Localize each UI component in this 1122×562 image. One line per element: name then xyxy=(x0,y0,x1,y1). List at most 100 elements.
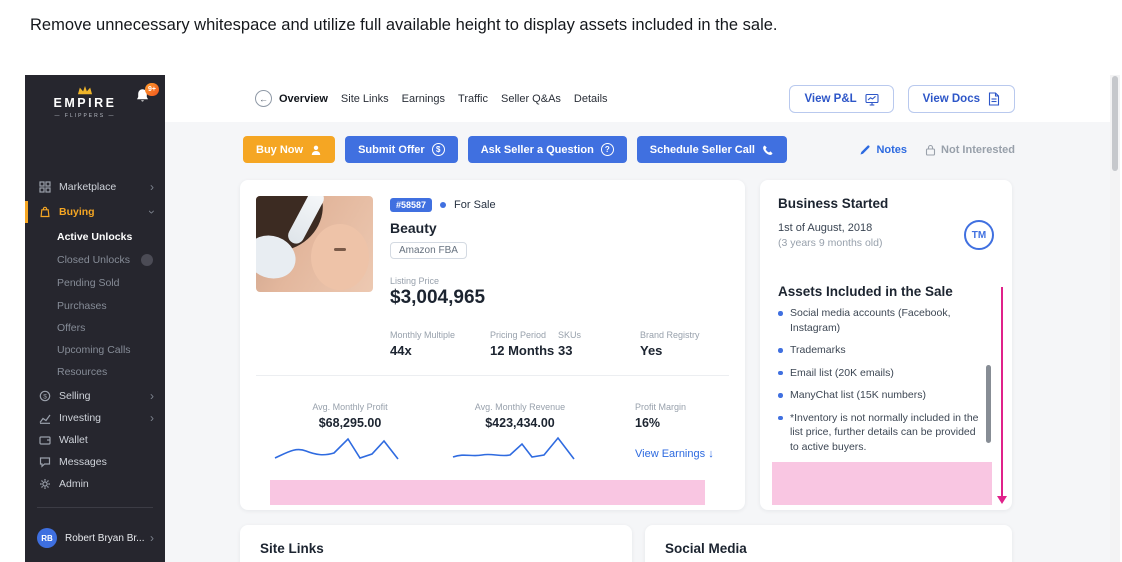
tab-seller-qas[interactable]: Seller Q&As xyxy=(501,93,561,105)
view-docs-button[interactable]: View Docs xyxy=(908,85,1015,113)
instruction-annotation: Remove unnecessary whitespace and utiliz… xyxy=(30,16,778,35)
not-interested-label: Not Interested xyxy=(941,144,1015,156)
dollar-circle-icon: $ xyxy=(39,390,51,402)
chart-icon xyxy=(39,412,51,424)
site-links-title: Site Links xyxy=(260,541,324,556)
person-unlock-icon xyxy=(310,144,322,156)
profit-sparkline xyxy=(272,432,412,464)
down-arrow-icon: ↓ xyxy=(708,448,714,460)
browser-scrollbar[interactable] xyxy=(1110,75,1120,562)
action-row: Buy Now Submit Offer $ Ask Seller a Ques… xyxy=(243,136,1015,163)
app-window: EMPIRE — FLIPPERS — 9+ Marketplace › Buy… xyxy=(25,75,1120,562)
listing-price-label: Listing Price xyxy=(390,276,439,286)
sidebar-divider xyxy=(37,507,153,508)
listing-photo xyxy=(256,196,373,292)
sidebar-item-offers[interactable]: Offers xyxy=(25,317,165,339)
tab-traffic[interactable]: Traffic xyxy=(458,93,488,105)
sidebar-label-purchases: Purchases xyxy=(57,300,107,312)
question-icon: ? xyxy=(601,143,614,156)
sidebar-label-offers: Offers xyxy=(57,322,85,334)
sidebar-item-buying[interactable]: Buying › xyxy=(25,201,165,223)
notifications-bell[interactable]: 9+ xyxy=(135,88,152,107)
assets-list: Social media accounts (Facebook, Instagr… xyxy=(778,306,980,454)
sidebar-item-investing[interactable]: Investing › xyxy=(25,407,165,429)
submit-offer-button[interactable]: Submit Offer $ xyxy=(345,136,458,163)
sidebar-user-menu[interactable]: RB Robert Bryan Br... › xyxy=(25,525,165,551)
view-pl-button[interactable]: View P&L xyxy=(789,85,893,113)
scrollbar-thumb[interactable] xyxy=(1112,76,1118,171)
sidebar-item-upcoming-calls[interactable]: Upcoming Calls xyxy=(25,339,165,361)
business-started-title: Business Started xyxy=(778,196,888,211)
site-links-card: Site Links xyxy=(240,525,632,562)
buy-now-label: Buy Now xyxy=(256,144,303,156)
trademark-badge: TM xyxy=(964,220,994,250)
logo-subtext: — FLIPPERS — xyxy=(39,113,131,119)
assets-scrollbar-thumb[interactable] xyxy=(986,365,991,443)
listing-status: For Sale xyxy=(454,199,496,211)
stat-skus: SKUs 33 xyxy=(558,330,581,358)
view-docs-label: View Docs xyxy=(923,93,980,105)
pink-highlight-left xyxy=(270,480,705,505)
listing-title: Beauty xyxy=(390,220,437,236)
chevron-right-icon: › xyxy=(150,390,154,402)
grid-icon xyxy=(39,181,51,193)
business-age: (3 years 9 months old) xyxy=(778,237,882,249)
sidebar-label-admin: Admin xyxy=(59,478,89,490)
sidebar-item-active-unlocks[interactable]: Active Unlocks xyxy=(25,226,165,248)
closed-unlocks-badge xyxy=(141,254,153,266)
social-media-title: Social Media xyxy=(665,541,747,556)
buy-now-button[interactable]: Buy Now xyxy=(243,136,335,163)
sidebar-item-resources[interactable]: Resources xyxy=(25,361,165,383)
logo-text: EMPIRE xyxy=(39,96,131,110)
pencil-icon xyxy=(859,144,871,156)
chevron-right-icon: › xyxy=(150,412,154,424)
business-started-date: 1st of August, 2018 xyxy=(778,222,872,234)
business-info-card: Business Started 1st of August, 2018 (3 … xyxy=(760,180,1012,510)
stat-monthly-multiple: Monthly Multiple 44x xyxy=(390,330,455,358)
chevron-right-icon: › xyxy=(150,532,154,544)
sidebar-label-messages: Messages xyxy=(59,456,107,468)
dollar-icon: $ xyxy=(432,143,445,156)
tab-overview[interactable]: Overview xyxy=(279,93,328,105)
sidebar-label-active-unlocks: Active Unlocks xyxy=(57,231,132,243)
svg-text:$: $ xyxy=(43,393,47,400)
sidebar-item-marketplace[interactable]: Marketplace › xyxy=(25,176,165,198)
crown-icon xyxy=(77,85,93,95)
phone-icon xyxy=(762,144,774,156)
for-sale-dot xyxy=(440,202,446,208)
sidebar-label-selling: Selling xyxy=(59,390,91,402)
asset-item: Trademarks xyxy=(778,343,980,358)
sidebar-item-admin[interactable]: Admin xyxy=(25,473,165,495)
sidebar-item-closed-unlocks[interactable]: Closed Unlocks xyxy=(25,249,165,271)
stat-pricing-period: Pricing Period 12 Months xyxy=(490,330,554,358)
listing-header: ← Overview Site Links Earnings Traffic S… xyxy=(165,75,1110,122)
monitor-icon xyxy=(865,93,879,106)
notes-label: Notes xyxy=(876,144,907,156)
sidebar-label-closed-unlocks: Closed Unlocks xyxy=(57,254,130,266)
category-tag: Amazon FBA xyxy=(390,242,467,259)
user-name: Robert Bryan Br... xyxy=(65,533,144,544)
sidebar-label-wallet: Wallet xyxy=(59,434,88,446)
sidebar-item-messages[interactable]: Messages xyxy=(25,451,165,473)
sidebar-label-investing: Investing xyxy=(59,412,101,424)
sidebar-item-selling[interactable]: $ Selling › xyxy=(25,385,165,407)
not-interested-button[interactable]: Not Interested xyxy=(925,144,1015,156)
notes-button[interactable]: Notes xyxy=(859,144,907,156)
gear-icon xyxy=(39,478,51,490)
view-earnings-link[interactable]: View Earnings ↓ xyxy=(635,448,714,460)
chevron-down-icon: › xyxy=(146,210,158,214)
asset-item: Email list (20K emails) xyxy=(778,366,980,381)
tab-details[interactable]: Details xyxy=(574,93,608,105)
tab-site-links[interactable]: Site Links xyxy=(341,93,389,105)
sidebar-item-wallet[interactable]: Wallet xyxy=(25,429,165,451)
ask-seller-question-button[interactable]: Ask Seller a Question ? xyxy=(468,136,627,163)
back-button[interactable]: ← xyxy=(255,90,272,107)
sidebar-item-purchases[interactable]: Purchases xyxy=(25,295,165,317)
wallet-icon xyxy=(39,434,51,446)
main-content: ← Overview Site Links Earnings Traffic S… xyxy=(165,75,1110,562)
schedule-seller-call-button[interactable]: Schedule Seller Call xyxy=(637,136,787,163)
tab-earnings[interactable]: Earnings xyxy=(402,93,445,105)
sidebar-item-pending-sold[interactable]: Pending Sold xyxy=(25,272,165,294)
lock-icon xyxy=(925,144,936,156)
listing-card: #58587 For Sale Beauty Amazon FBA Listin… xyxy=(240,180,745,510)
